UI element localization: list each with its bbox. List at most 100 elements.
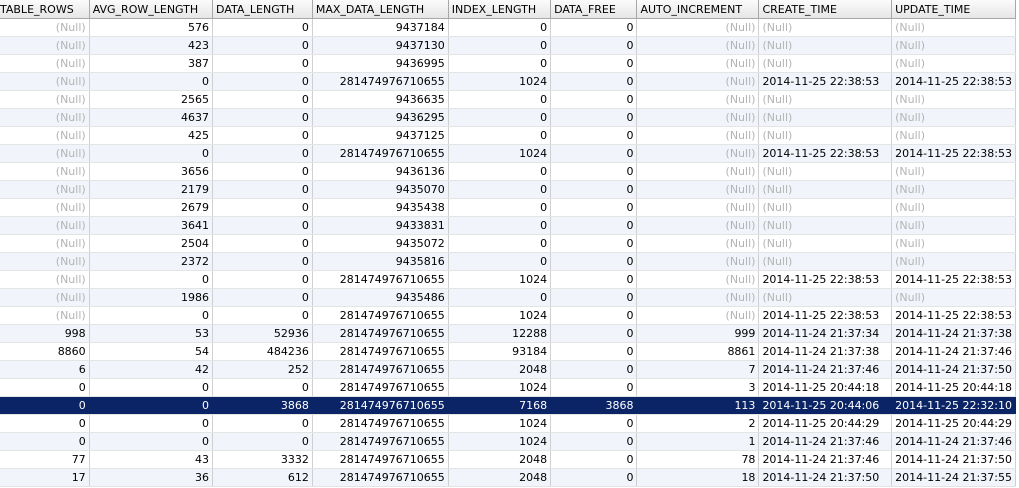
cell-create-time[interactable]: 2014-11-25 22:38:53	[758, 72, 893, 91]
cell-table-rows[interactable]: (Null)	[0, 198, 90, 217]
table-row[interactable]: (Null) 2179 0 9435070 0 0 (Null) (Null) (Null)	[0, 180, 1016, 199]
table-row[interactable]: (Null) 387 0 9436995 0 0 (Null) (Null) (Null)	[0, 54, 1016, 73]
cell-table-rows[interactable]: (Null)	[0, 126, 90, 145]
column-header-data-free[interactable]: DATA_FREE	[550, 0, 638, 19]
cell-data-free[interactable]: 0	[550, 72, 638, 91]
cell-data-length[interactable]: 0	[212, 270, 313, 289]
cell-max-data-length[interactable]: 9436136	[312, 162, 449, 181]
cell-create-time[interactable]: (Null)	[758, 18, 893, 37]
cell-create-time[interactable]: (Null)	[758, 162, 893, 181]
cell-update-time[interactable]: (Null)	[891, 18, 1016, 37]
cell-auto-increment[interactable]: (Null)	[636, 162, 760, 181]
cell-data-length[interactable]: 52936	[212, 324, 313, 343]
table-row[interactable]: 0 0 0 281474976710655 1024 0 2 2014-11-25 20:44…	[0, 414, 1016, 433]
cell-table-rows[interactable]: 77	[0, 450, 90, 469]
cell-data-free[interactable]: 0	[550, 378, 638, 397]
table-row[interactable]: (Null) 2504 0 9435072 0 0 (Null) (Null) (Null)	[0, 234, 1016, 253]
cell-avg-row-length[interactable]: 576	[89, 18, 214, 37]
cell-data-length[interactable]: 0	[212, 36, 313, 55]
cell-create-time[interactable]: 2014-11-25 20:44:18	[758, 378, 893, 397]
cell-data-length[interactable]: 0	[212, 432, 313, 451]
cell-create-time[interactable]: (Null)	[758, 180, 893, 199]
cell-data-free[interactable]: 0	[550, 234, 638, 253]
cell-avg-row-length[interactable]: 2372	[89, 252, 214, 271]
cell-auto-increment[interactable]: (Null)	[636, 234, 760, 253]
cell-index-length[interactable]: 0	[448, 36, 552, 55]
cell-table-rows[interactable]: (Null)	[0, 234, 90, 253]
cell-data-free[interactable]: 0	[550, 342, 638, 361]
column-header-auto-increment[interactable]: AUTO_INCREMENT	[636, 0, 760, 19]
cell-update-time[interactable]: (Null)	[891, 216, 1016, 235]
cell-table-rows[interactable]: 0	[0, 396, 90, 415]
cell-avg-row-length[interactable]: 423	[89, 36, 214, 55]
cell-table-rows[interactable]: (Null)	[0, 90, 90, 109]
cell-table-rows[interactable]: (Null)	[0, 18, 90, 37]
cell-auto-increment[interactable]: (Null)	[636, 180, 760, 199]
cell-data-free[interactable]: 0	[550, 180, 638, 199]
cell-data-length[interactable]: 0	[212, 216, 313, 235]
table-row[interactable]: (Null) 0 0 281474976710655 1024 0 (Null) 2014-1…	[0, 144, 1016, 163]
cell-update-time[interactable]: (Null)	[891, 288, 1016, 307]
cell-create-time[interactable]: 2014-11-25 20:44:06	[758, 396, 893, 415]
cell-update-time[interactable]: 2014-11-24 21:37:46	[891, 432, 1016, 451]
cell-auto-increment[interactable]: (Null)	[636, 144, 760, 163]
cell-max-data-length[interactable]: 9435816	[312, 252, 449, 271]
cell-data-length[interactable]: 3332	[212, 450, 313, 469]
cell-update-time[interactable]: (Null)	[891, 90, 1016, 109]
cell-index-length[interactable]: 0	[448, 54, 552, 73]
cell-create-time[interactable]: 2014-11-24 21:37:46	[758, 450, 893, 469]
cell-update-time[interactable]: (Null)	[891, 36, 1016, 55]
cell-auto-increment[interactable]: (Null)	[636, 36, 760, 55]
cell-update-time[interactable]: (Null)	[891, 180, 1016, 199]
cell-update-time[interactable]: (Null)	[891, 162, 1016, 181]
cell-data-length[interactable]: 0	[212, 18, 313, 37]
cell-table-rows[interactable]: 0	[0, 414, 90, 433]
cell-index-length[interactable]: 0	[448, 18, 552, 37]
cell-avg-row-length[interactable]: 4637	[89, 108, 214, 127]
cell-avg-row-length[interactable]: 53	[89, 324, 214, 343]
table-row[interactable]: 998 53 52936 281474976710655 12288 0 999 2014-1…	[0, 324, 1016, 343]
cell-auto-increment[interactable]: (Null)	[636, 306, 760, 325]
cell-avg-row-length[interactable]: 2679	[89, 198, 214, 217]
cell-create-time[interactable]: (Null)	[758, 108, 893, 127]
cell-data-length[interactable]: 0	[212, 162, 313, 181]
cell-update-time[interactable]: (Null)	[891, 234, 1016, 253]
cell-create-time[interactable]: (Null)	[758, 198, 893, 217]
table-row[interactable]: (Null) 0 0 281474976710655 1024 0 (Null) 2014-1…	[0, 72, 1016, 91]
cell-auto-increment[interactable]: (Null)	[636, 270, 760, 289]
table-row[interactable]: (Null) 4637 0 9436295 0 0 (Null) (Null) (Null)	[0, 108, 1016, 127]
cell-avg-row-length[interactable]: 0	[89, 378, 214, 397]
cell-max-data-length[interactable]: 9435438	[312, 198, 449, 217]
cell-avg-row-length[interactable]: 3656	[89, 162, 214, 181]
cell-auto-increment[interactable]: 999	[636, 324, 760, 343]
cell-index-length[interactable]: 0	[448, 234, 552, 253]
cell-create-time[interactable]: 2014-11-24 21:37:50	[758, 468, 893, 487]
cell-avg-row-length[interactable]: 425	[89, 126, 214, 145]
cell-create-time[interactable]: (Null)	[758, 288, 893, 307]
cell-auto-increment[interactable]: (Null)	[636, 288, 760, 307]
cell-data-length[interactable]: 0	[212, 288, 313, 307]
cell-max-data-length[interactable]: 281474976710655	[312, 72, 449, 91]
cell-auto-increment[interactable]: 7	[636, 360, 760, 379]
cell-index-length[interactable]: 1024	[448, 270, 552, 289]
cell-table-rows[interactable]: (Null)	[0, 162, 90, 181]
cell-create-time[interactable]: (Null)	[758, 216, 893, 235]
cell-auto-increment[interactable]: 3	[636, 378, 760, 397]
cell-auto-increment[interactable]: 2	[636, 414, 760, 433]
cell-max-data-length[interactable]: 281474976710655	[312, 468, 449, 487]
cell-avg-row-length[interactable]: 2179	[89, 180, 214, 199]
cell-index-length[interactable]: 2048	[448, 450, 552, 469]
cell-update-time[interactable]: 2014-11-24 21:37:55	[891, 468, 1016, 487]
cell-data-free[interactable]: 0	[550, 288, 638, 307]
cell-create-time[interactable]: 2014-11-24 21:37:38	[758, 342, 893, 361]
table-row[interactable]: (Null) 1986 0 9435486 0 0 (Null) (Null) (Null)	[0, 288, 1016, 307]
cell-index-length[interactable]: 2048	[448, 360, 552, 379]
cell-index-length[interactable]: 2048	[448, 468, 552, 487]
cell-data-free[interactable]: 0	[550, 18, 638, 37]
cell-index-length[interactable]: 0	[448, 90, 552, 109]
table-row[interactable]: (Null) 423 0 9437130 0 0 (Null) (Null) (Null)	[0, 36, 1016, 55]
cell-avg-row-length[interactable]: 0	[89, 306, 214, 325]
cell-data-length[interactable]: 252	[212, 360, 313, 379]
cell-auto-increment[interactable]: (Null)	[636, 216, 760, 235]
table-row[interactable]: 17 36 612 281474976710655 2048 0 18 2014-11-24 …	[0, 468, 1016, 487]
